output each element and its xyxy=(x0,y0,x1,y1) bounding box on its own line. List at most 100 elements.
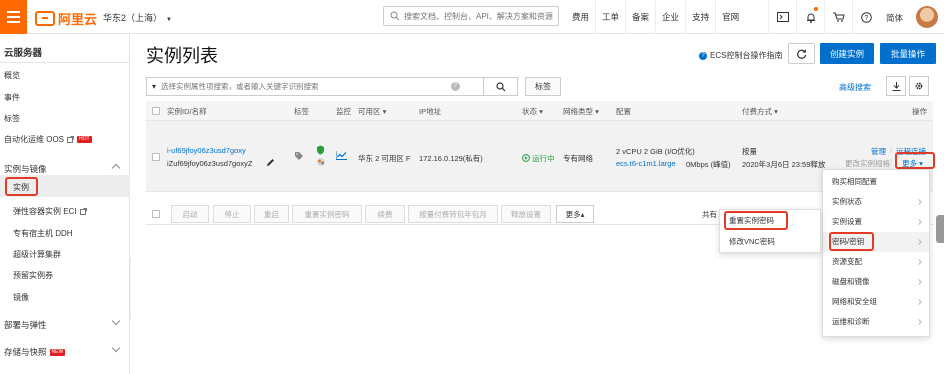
chevron-right-icon xyxy=(916,239,922,245)
password-submenu: 重置实例密码 修改VNC密码 xyxy=(719,209,821,253)
instance-type-link[interactable]: ecs.t6-c1m1.large xyxy=(616,159,676,168)
settings-button[interactable] xyxy=(909,76,929,96)
sidebar-item-tags[interactable]: 标签 xyxy=(4,113,20,124)
sidebar-item-eci[interactable]: 弹性容器实例 ECI xyxy=(13,206,87,217)
col-net-type[interactable]: 网络类型 ▾ xyxy=(563,106,599,117)
notification-dot xyxy=(814,7,818,11)
menu-item-ops-diagnose[interactable]: 运维和诊断 xyxy=(823,312,929,332)
sidebar-item-label: 镜像 xyxy=(13,293,29,302)
sidebar-item-scc[interactable]: 超级计算集群 xyxy=(13,249,61,260)
restart-button[interactable]: 重启 xyxy=(254,205,289,223)
sidebar-group-instances-images[interactable]: 实例与镜像 xyxy=(4,163,47,175)
terminal-icon[interactable] xyxy=(768,0,796,34)
more-actions-label: 更多 xyxy=(902,159,917,168)
sidebar-item-label: 自动化运维 OOS xyxy=(4,135,65,144)
more-actions-link[interactable]: 更多 ▾ xyxy=(902,158,923,169)
batch-operation-button[interactable]: 批量操作 xyxy=(880,43,936,64)
create-instance-button[interactable]: 创建实例 xyxy=(820,43,874,64)
renew-button[interactable]: 续费 xyxy=(365,205,405,223)
menu-icon[interactable] xyxy=(0,0,27,34)
logo-mark-icon xyxy=(35,11,55,26)
shield-icon[interactable] xyxy=(316,145,325,155)
instance-filter[interactable]: ▾ ? xyxy=(146,77,484,96)
sidebar-item-label: 预留实例券 xyxy=(13,271,53,280)
security-badge-icon[interactable] xyxy=(316,157,326,167)
refresh-button[interactable] xyxy=(788,43,815,64)
total-count-label: 共有 xyxy=(702,210,717,219)
menu-item-label: 购买相同配置 xyxy=(832,177,877,186)
col-id-name: 实例ID/名称 xyxy=(167,107,207,116)
start-button[interactable]: 启动 xyxy=(171,205,209,223)
instance-id-link[interactable]: i-uf69jfoy06z3usd7goxy xyxy=(167,146,246,155)
question-icon[interactable]: ? xyxy=(451,82,460,91)
convert-billing-button[interactable]: 按量付费转包年包月 xyxy=(408,205,498,223)
sidebar-item-images[interactable]: 镜像 xyxy=(13,292,29,303)
sidebar-item-overview[interactable]: 概览 xyxy=(4,70,20,81)
monitor-chart-icon[interactable] xyxy=(336,151,347,160)
nav-tickets[interactable]: 工单 xyxy=(595,0,625,34)
menu-item-label: 磁盘和镜像 xyxy=(832,277,870,286)
manage-link[interactable]: 管理 xyxy=(871,146,886,157)
nav-official-site[interactable]: 官网 xyxy=(715,0,745,34)
sidebar-group-storage[interactable]: 存储与快照 NEW xyxy=(4,346,66,358)
col-zone[interactable]: 可用区 ▾ xyxy=(358,106,386,117)
footer-more-button[interactable]: 更多 ▴ xyxy=(556,205,594,223)
edit-icon[interactable] xyxy=(266,158,275,167)
select-all-checkbox[interactable] xyxy=(152,107,160,115)
console-guide-link[interactable]: ? ECS控制台操作指南 xyxy=(699,50,782,61)
table-row: i-uf69jfoy06z3usd7goxy iZuf69jfoy06z3usd… xyxy=(146,121,933,192)
aliyun-logo[interactable]: 阿里云 xyxy=(35,9,97,28)
menu-item-resource-change[interactable]: 资源变配 xyxy=(823,252,929,272)
hot-badge: HOT xyxy=(77,136,92,143)
submenu-item-reset-password[interactable]: 重置实例密码 xyxy=(720,211,820,231)
sidebar-item-oos[interactable]: 自动化运维 OOS HOT xyxy=(4,134,92,145)
menu-item-instance-settings[interactable]: 实例设置 xyxy=(823,212,929,232)
col-billing[interactable]: 付费方式 ▾ xyxy=(742,106,778,117)
export-button[interactable] xyxy=(886,76,906,96)
sidebar-item-label: 超级计算集群 xyxy=(13,250,61,259)
tag-filter-button[interactable]: 标签 xyxy=(525,77,561,96)
sidebar-item-label: 标签 xyxy=(4,114,20,123)
change-spec-link[interactable]: 更改实例规格 xyxy=(845,158,890,169)
help-icon[interactable]: ? xyxy=(852,0,880,34)
menu-item-password-key[interactable]: 密码/密钥 xyxy=(823,232,929,252)
global-search[interactable] xyxy=(383,6,559,26)
cart-icon[interactable] xyxy=(824,0,852,34)
col-status[interactable]: 状态 ▾ xyxy=(522,106,543,117)
chevron-right-icon xyxy=(916,199,922,205)
submenu-item-modify-vnc[interactable]: 修改VNC密码 xyxy=(720,232,820,252)
action-separator: | xyxy=(890,157,892,166)
language-switch[interactable]: 简体 xyxy=(886,12,903,24)
region-selector[interactable]: 华东2（上海） ▼ xyxy=(103,11,172,24)
nav-billing[interactable]: 费用 xyxy=(566,0,595,34)
nav-icp[interactable]: 备案 xyxy=(625,0,655,34)
col-zone-label: 可用区 xyxy=(358,107,381,116)
menu-item-label: 资源变配 xyxy=(832,257,862,266)
stop-button[interactable]: 停止 xyxy=(213,205,251,223)
menu-item-disk-image[interactable]: 磁盘和镜像 xyxy=(823,272,929,292)
menu-item-instance-status[interactable]: 实例状态 xyxy=(823,192,929,212)
action-separator: | xyxy=(890,145,892,154)
remote-connect-link[interactable]: 远程连接 xyxy=(896,146,926,157)
nav-enterprise[interactable]: 企业 xyxy=(655,0,685,34)
sidebar-item-reserved[interactable]: 预留实例券 xyxy=(13,270,53,281)
advanced-search-link[interactable]: 高级搜索 xyxy=(839,82,871,93)
sidebar-item-events[interactable]: 事件 xyxy=(4,92,20,103)
sidebar-group-deployment[interactable]: 部署与弹性 xyxy=(4,319,47,331)
right-panel-handle[interactable] xyxy=(936,215,944,243)
bell-icon[interactable] xyxy=(796,0,824,34)
global-search-input[interactable] xyxy=(404,11,554,21)
reset-password-button[interactable]: 重置实例密码 xyxy=(292,205,362,223)
menu-item-buy-same[interactable]: 购买相同配置 xyxy=(823,172,929,192)
release-settings-button[interactable]: 释放设置 xyxy=(501,205,551,223)
menu-item-network-security[interactable]: 网络和安全组 xyxy=(823,292,929,312)
search-button[interactable] xyxy=(483,77,518,96)
tag-icon[interactable] xyxy=(294,151,304,161)
footer-checkbox[interactable] xyxy=(152,210,160,218)
sidebar-item-ddh[interactable]: 专有宿主机 DDH xyxy=(13,228,73,239)
row-checkbox[interactable] xyxy=(152,153,160,161)
sidebar-divider xyxy=(0,62,130,63)
nav-support[interactable]: 支持 xyxy=(685,0,715,34)
filter-input[interactable] xyxy=(161,82,451,91)
avatar[interactable] xyxy=(916,6,938,28)
